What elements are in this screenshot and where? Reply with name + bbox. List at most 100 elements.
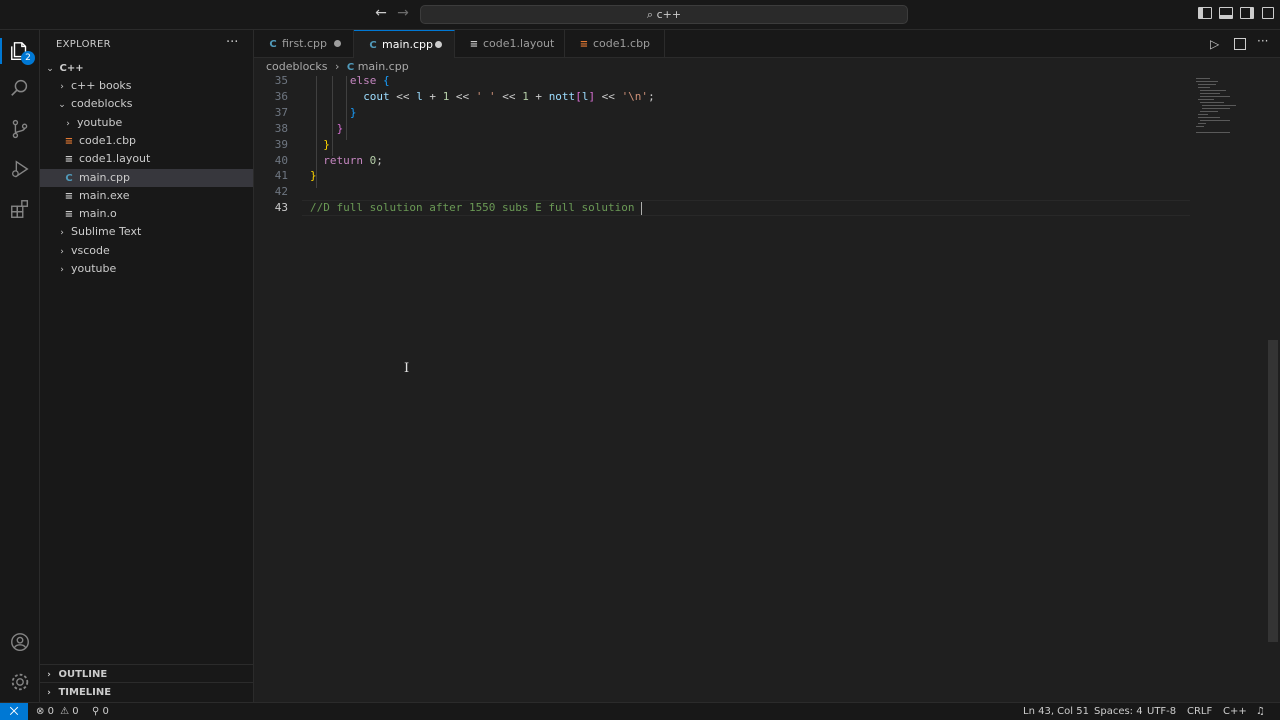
forward-arrow-icon[interactable]: → xyxy=(393,5,413,21)
more-actions-icon[interactable]: ··· xyxy=(226,35,238,50)
chevron-right-icon: › xyxy=(60,82,64,92)
error-icon: ⊗ xyxy=(36,706,45,717)
code-text: return 0; xyxy=(323,153,383,167)
rss-file-icon: ≡ xyxy=(579,39,589,50)
editor-tab[interactable]: Cmain.cpp xyxy=(354,30,455,58)
line-number: 43 xyxy=(274,201,288,215)
text-caret xyxy=(641,201,643,215)
folder-item[interactable]: › c++ books xyxy=(40,77,253,95)
accounts-icon[interactable] xyxy=(8,630,32,654)
code-editor[interactable]: 35 else { 36 cout << l + 1 << ' ' << 1 + no… xyxy=(254,73,1280,702)
rss-file-icon: ≡ xyxy=(64,135,74,147)
breadcrumb-separator: › xyxy=(334,60,340,73)
extensions-icon[interactable] xyxy=(8,197,32,221)
code-line: 36 cout << l + 1 << ' ' << 1 + nott[l] <<… xyxy=(254,89,1280,105)
line-number: 39 xyxy=(274,137,288,151)
run-code-icon[interactable]: ▷ xyxy=(1210,37,1219,51)
cpp-file-icon: C xyxy=(369,40,377,51)
tab-label: main.cpp xyxy=(382,38,433,51)
chevron-right-icon: › xyxy=(47,688,51,698)
line-number: 35 xyxy=(274,74,288,87)
error-count: 0 xyxy=(47,706,54,717)
command-center-search[interactable]: ⌕ c++ xyxy=(420,5,908,24)
line-number: 42 xyxy=(274,185,288,199)
text-file-icon: ≡ xyxy=(64,154,74,166)
cursor-position[interactable]: Ln 43, Col 51 xyxy=(1023,703,1089,720)
tree-item-label: vscode xyxy=(71,243,110,257)
code-line: 38} xyxy=(254,121,1280,137)
notifications-bell-icon[interactable]: ♫ xyxy=(1256,703,1265,720)
file-item[interactable]: ≡ code1.cbp xyxy=(40,132,253,150)
editor-tab[interactable]: ≡ code1.cbp xyxy=(565,30,665,58)
code-text: else { xyxy=(349,74,390,87)
editor-tab[interactable]: Cfirst.cpp xyxy=(254,30,354,58)
search-icon[interactable] xyxy=(8,76,32,100)
toggle-panel-icon[interactable] xyxy=(1219,7,1233,19)
status-bar: ⨉ ⊗ 0 ⚠ 0 ⚲ 0 Ln 43, Col 51 Spaces: 4 UT… xyxy=(0,702,1280,720)
toggle-secondary-sidebar-icon[interactable] xyxy=(1240,7,1254,19)
explorer-sidebar: EXPLORER ··· ⌄ C++ › c++ books ⌄ codeblocks… xyxy=(40,30,254,702)
split-editor-icon[interactable] xyxy=(1234,38,1246,50)
end-of-line[interactable]: CRLF xyxy=(1187,703,1212,720)
folder-item[interactable]: › vscode xyxy=(40,242,253,260)
line-number: 36 xyxy=(274,89,288,103)
cpp-file-icon: C xyxy=(346,62,355,73)
unsaved-dot-icon[interactable] xyxy=(334,40,341,47)
back-arrow-icon[interactable]: ← xyxy=(371,5,391,21)
tree-item-label: youtube xyxy=(77,115,123,129)
code-line: 42 xyxy=(254,184,1280,200)
vertical-scrollbar[interactable] xyxy=(1268,340,1278,642)
settings-gear-icon[interactable] xyxy=(8,670,32,694)
folder-item[interactable]: ⌄ codeblocks xyxy=(40,95,253,113)
line-number: 41 xyxy=(274,169,288,183)
tree-item-label: code1.layout xyxy=(79,152,151,166)
encoding[interactable]: UTF-8 xyxy=(1147,703,1176,720)
chevron-right-icon: › xyxy=(60,228,64,239)
tab-label: first.cpp xyxy=(282,37,328,50)
activity-bar: 2 xyxy=(0,30,40,702)
explorer-title: EXPLORER xyxy=(56,39,111,50)
problems-indicator[interactable]: ⊗ 0 ⚠ 0 xyxy=(36,703,79,720)
tab-label: code1.layout xyxy=(483,37,555,50)
indentation[interactable]: Spaces: 4 xyxy=(1094,703,1143,720)
code-line: 35 else { xyxy=(254,73,1280,89)
timeline-section[interactable]: › TIMELINE xyxy=(40,682,253,702)
tree-item-label: main.cpp xyxy=(79,170,130,184)
customize-layout-icon[interactable] xyxy=(1262,7,1274,19)
tree-item-label: Sublime Text xyxy=(71,225,142,239)
minimap[interactable] xyxy=(1192,76,1252,146)
file-item[interactable]: ≡ main.exe xyxy=(40,187,253,205)
source-control-icon[interactable] xyxy=(8,117,32,141)
unsaved-dot-icon[interactable] xyxy=(435,41,442,48)
code-text: //D full solution after 1550 subs E full… xyxy=(310,201,643,215)
toggle-primary-sidebar-icon[interactable] xyxy=(1198,7,1212,19)
code-text: } xyxy=(323,137,330,151)
remote-indicator-icon[interactable]: ⨉ xyxy=(0,703,28,720)
text-file-icon: ≡ xyxy=(64,209,74,221)
outline-section[interactable]: › OUTLINE xyxy=(40,664,253,684)
tree-item-label: main.exe xyxy=(79,188,130,202)
breadcrumb-file[interactable]: main.cpp xyxy=(358,60,409,73)
editor-tab-bar: Cfirst.cpp Cmain.cpp ≡ code1.layout ≡ code1.c… xyxy=(254,30,1280,58)
active-indicator xyxy=(0,38,2,64)
file-item[interactable]: ≡ main.o xyxy=(40,205,253,223)
ports-indicator[interactable]: ⚲ 0 xyxy=(92,703,109,720)
language-mode[interactable]: C++ xyxy=(1223,703,1247,720)
workspace-root[interactable]: ⌄ C++ xyxy=(40,59,253,77)
line-number: 40 xyxy=(274,153,288,167)
folder-item[interactable]: › Sublime Text xyxy=(40,223,253,241)
tree-item-label: codeblocks xyxy=(71,97,133,111)
breadcrumb-folder[interactable]: codeblocks xyxy=(266,60,327,73)
folder-item[interactable]: › youtube xyxy=(40,260,253,278)
folder-item[interactable]: › youtube xyxy=(40,114,253,132)
code-text: } xyxy=(310,169,317,183)
run-debug-icon[interactable] xyxy=(8,157,32,181)
file-item[interactable]: ≡ code1.layout xyxy=(40,150,253,168)
file-item[interactable]: Cmain.cpp xyxy=(40,168,253,187)
workspace-root-label: C++ xyxy=(59,63,84,74)
editor-tab[interactable]: ≡ code1.layout xyxy=(455,30,565,58)
code-line: 43 //D full solution after 1550 subs E fu… xyxy=(254,200,1280,216)
chevron-right-icon: › xyxy=(60,246,64,257)
more-editor-actions-icon[interactable]: ··· xyxy=(1257,34,1268,48)
code-line: 41} xyxy=(254,168,1280,184)
